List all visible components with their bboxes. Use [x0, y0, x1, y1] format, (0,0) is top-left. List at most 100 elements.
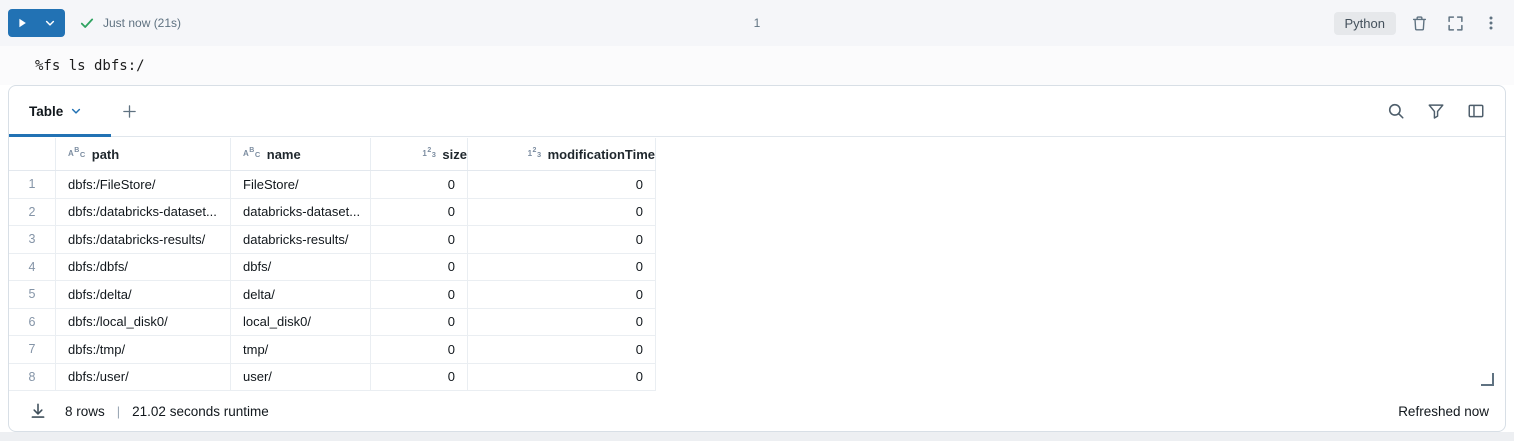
- modificationTime-cell[interactable]: 0: [468, 171, 656, 198]
- add-visualization-button[interactable]: [116, 98, 142, 124]
- size-cell[interactable]: 0: [371, 281, 468, 308]
- modificationTime-cell[interactable]: 0: [468, 336, 656, 363]
- modificationTime-cell[interactable]: 0: [468, 364, 656, 391]
- trash-icon: [1411, 15, 1428, 32]
- code-editor-row[interactable]: %fs ls dbfs:/: [0, 46, 1514, 85]
- name-cell[interactable]: databricks-results/: [231, 226, 371, 253]
- table-header-row: ABC path ABC name 123 size 123 modificat…: [9, 138, 656, 171]
- download-icon: [29, 402, 47, 420]
- runtime-text: 21.02 seconds runtime: [132, 404, 269, 419]
- cell-menu-button[interactable]: [1478, 10, 1504, 36]
- side-panel-icon: [1467, 102, 1485, 120]
- column-header-name[interactable]: ABC name: [231, 138, 371, 170]
- string-type-icon: ABC: [243, 150, 261, 158]
- run-cell-button[interactable]: [8, 9, 36, 37]
- code-content[interactable]: %fs ls dbfs:/: [35, 58, 145, 74]
- refreshed-status: Refreshed now: [1398, 404, 1489, 419]
- chevron-down-icon: [44, 17, 56, 29]
- size-cell[interactable]: 0: [371, 364, 468, 391]
- results-panel: Table: [8, 85, 1506, 432]
- play-icon: [15, 16, 29, 30]
- string-type-icon: ABC: [68, 150, 86, 158]
- chevron-down-icon: [70, 105, 82, 117]
- run-status: Just now (21s): [79, 15, 181, 31]
- search-results-button[interactable]: [1383, 98, 1409, 124]
- table-row[interactable]: 8 dbfs:/user/ user/ 0 0: [9, 364, 656, 392]
- column-label: modificationTime: [548, 147, 655, 162]
- column-label: path: [92, 147, 119, 162]
- filter-results-button[interactable]: [1423, 98, 1449, 124]
- table-row[interactable]: 5 dbfs:/delta/ delta/ 0 0: [9, 281, 656, 309]
- results-resize-handle[interactable]: [1481, 373, 1494, 386]
- table-row[interactable]: 2 dbfs:/databricks-dataset... databricks…: [9, 199, 656, 227]
- size-cell[interactable]: 0: [371, 171, 468, 198]
- cell-number: 1: [754, 16, 761, 30]
- run-status-text: Just now (21s): [103, 16, 181, 30]
- active-tab-indicator: [9, 134, 111, 137]
- name-cell[interactable]: delta/: [231, 281, 371, 308]
- row-number-cell: 1: [9, 171, 56, 198]
- modificationTime-cell[interactable]: 0: [468, 199, 656, 226]
- size-cell[interactable]: 0: [371, 254, 468, 281]
- fullscreen-icon: [1447, 15, 1464, 32]
- table-row[interactable]: 6 dbfs:/local_disk0/ local_disk0/ 0 0: [9, 309, 656, 337]
- path-cell[interactable]: dbfs:/local_disk0/: [56, 309, 231, 336]
- language-selector[interactable]: Python: [1334, 12, 1396, 35]
- row-count: 8 rows: [65, 404, 105, 419]
- row-number-cell: 4: [9, 254, 56, 281]
- modificationTime-cell[interactable]: 0: [468, 226, 656, 253]
- success-check-icon: [79, 15, 95, 31]
- size-cell[interactable]: 0: [371, 199, 468, 226]
- table-row[interactable]: 4 dbfs:/dbfs/ dbfs/ 0 0: [9, 254, 656, 282]
- name-cell[interactable]: local_disk0/: [231, 309, 371, 336]
- page-background-strip: [0, 432, 1514, 441]
- name-cell[interactable]: tmp/: [231, 336, 371, 363]
- maximize-cell-button[interactable]: [1442, 10, 1468, 36]
- size-cell[interactable]: 0: [371, 226, 468, 253]
- name-cell[interactable]: user/: [231, 364, 371, 391]
- run-button-group[interactable]: [8, 9, 65, 37]
- path-cell[interactable]: dbfs:/user/: [56, 364, 231, 391]
- column-header-path[interactable]: ABC path: [56, 138, 231, 170]
- kebab-menu-icon: [1483, 15, 1499, 31]
- modificationTime-cell[interactable]: 0: [468, 309, 656, 336]
- path-cell[interactable]: dbfs:/databricks-dataset...: [56, 199, 231, 226]
- run-options-dropdown[interactable]: [36, 9, 64, 37]
- modificationTime-cell[interactable]: 0: [468, 281, 656, 308]
- columns-panel-button[interactable]: [1463, 98, 1489, 124]
- path-cell[interactable]: dbfs:/databricks-results/: [56, 226, 231, 253]
- column-label: name: [267, 147, 301, 162]
- table-row[interactable]: 7 dbfs:/tmp/ tmp/ 0 0: [9, 336, 656, 364]
- path-cell[interactable]: dbfs:/tmp/: [56, 336, 231, 363]
- number-type-icon: 123: [422, 150, 436, 158]
- notebook-cell: Just now (21s) 1 Python: [0, 0, 1514, 441]
- tab-table[interactable]: Table: [29, 104, 82, 119]
- row-number-cell: 8: [9, 364, 56, 391]
- tab-table-label: Table: [29, 104, 63, 119]
- table-toolbar-icons: [1383, 98, 1489, 124]
- row-number-header: [9, 138, 56, 170]
- path-cell[interactable]: dbfs:/FileStore/: [56, 171, 231, 198]
- name-cell[interactable]: FileStore/: [231, 171, 371, 198]
- row-number-cell: 7: [9, 336, 56, 363]
- size-cell[interactable]: 0: [371, 336, 468, 363]
- name-cell[interactable]: dbfs/: [231, 254, 371, 281]
- results-tabstrip: Table: [9, 86, 1505, 137]
- path-cell[interactable]: dbfs:/dbfs/: [56, 254, 231, 281]
- download-results-button[interactable]: [25, 398, 51, 424]
- size-cell[interactable]: 0: [371, 309, 468, 336]
- table-row[interactable]: 3 dbfs:/databricks-results/ databricks-r…: [9, 226, 656, 254]
- column-label: size: [442, 147, 467, 162]
- filter-icon: [1427, 102, 1445, 120]
- table-row[interactable]: 1 dbfs:/FileStore/ FileStore/ 0 0: [9, 171, 656, 199]
- footer-separator: |: [117, 404, 120, 419]
- results-table: ABC path ABC name 123 size 123 modificat…: [9, 138, 656, 391]
- delete-cell-button[interactable]: [1406, 10, 1432, 36]
- search-icon: [1387, 102, 1405, 120]
- modificationTime-cell[interactable]: 0: [468, 254, 656, 281]
- column-header-size[interactable]: 123 size: [371, 138, 468, 170]
- column-header-modificationTime[interactable]: 123 modificationTime: [468, 138, 656, 170]
- path-cell[interactable]: dbfs:/delta/: [56, 281, 231, 308]
- cell-command-bar: Just now (21s) 1 Python: [0, 0, 1514, 46]
- name-cell[interactable]: databricks-dataset...: [231, 199, 371, 226]
